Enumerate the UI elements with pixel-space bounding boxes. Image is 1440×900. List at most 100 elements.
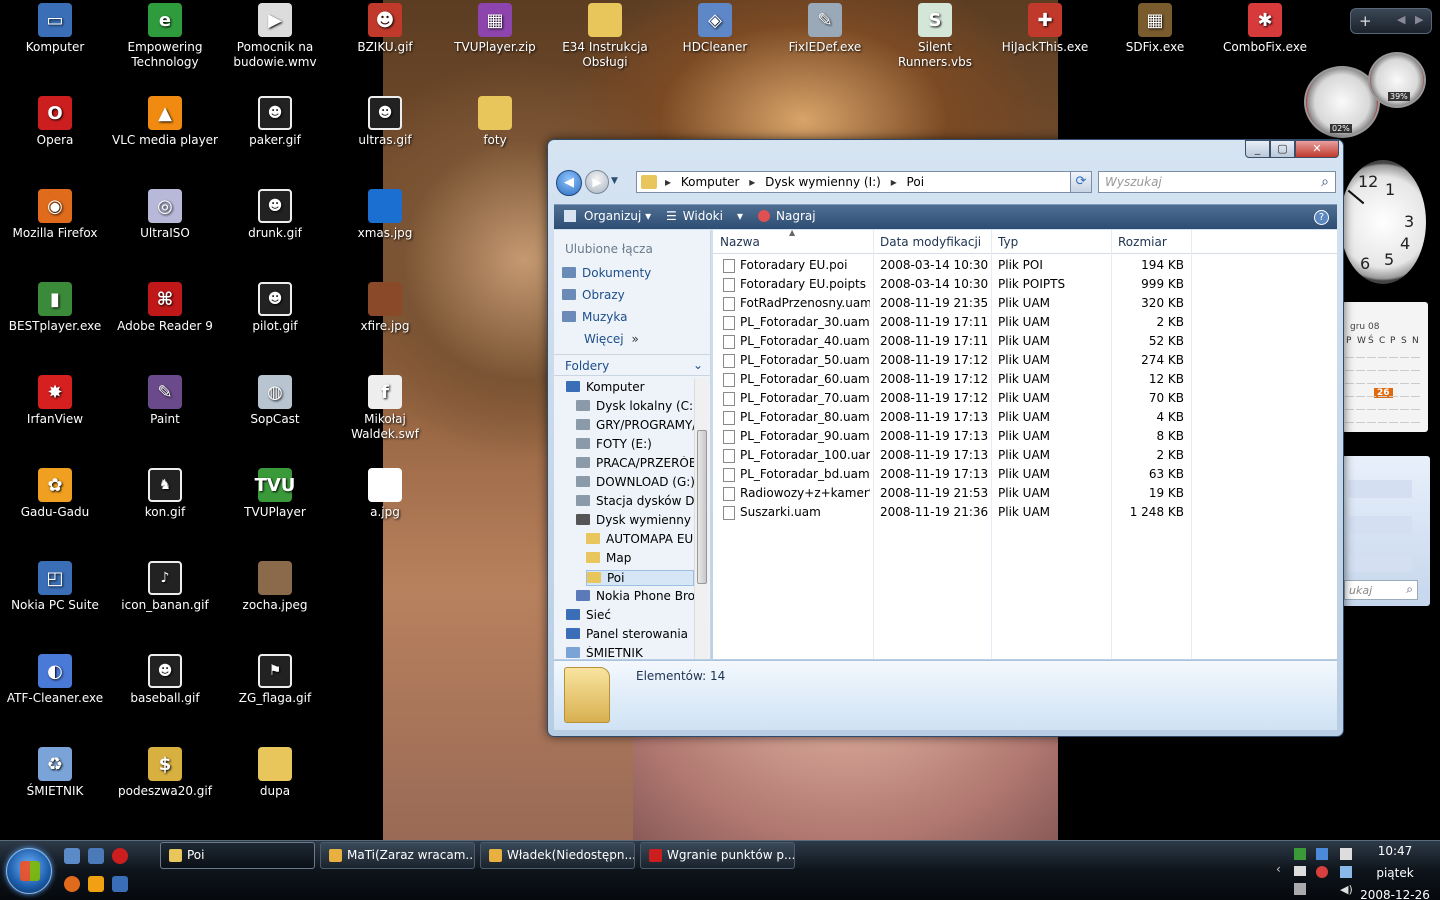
desktop-icon[interactable]: e Empowering Technology [110,3,220,70]
desktop-icon[interactable]: foty [440,96,550,148]
calendar-day-cell[interactable] [1345,375,1354,384]
calendar-day-cell[interactable] [1356,401,1365,410]
burn-button[interactable]: Nagraj [758,209,816,223]
desktop-icon[interactable]: ☻ ultras.gif [330,96,440,148]
desktop-icon[interactable]: ◎ UltraISO [110,189,220,241]
feed-item[interactable] [1348,480,1412,498]
scroll-thumb[interactable] [697,430,707,584]
add-gadget-icon[interactable]: + [1359,12,1372,30]
desktop-icon[interactable]: ◰ Nokia PC Suite [0,561,110,613]
desktop-icon[interactable]: ▦ TVUPlayer.zip [440,3,550,55]
desktop-icon[interactable]: ◈ HDCleaner [660,3,770,55]
memory-meter-gadget[interactable]: 39% [1368,52,1426,108]
desktop-icon[interactable]: f Mikołaj Waldek.swf [330,375,440,442]
maximize-button[interactable]: ▢ [1270,140,1295,158]
next-gadget-icon[interactable]: ▶ [1415,13,1423,26]
taskbar-button[interactable]: MaTi(Zaraz wracam... [320,842,475,869]
calendar-day-cell[interactable] [1389,388,1398,397]
start-button[interactable] [6,848,52,894]
tray-icon[interactable] [1294,883,1306,895]
calendar-day-cell[interactable] [1345,349,1354,358]
desktop-icon[interactable]: ⌘ Adobe Reader 9 [110,282,220,334]
desktop-icon[interactable]: ✎ Paint [110,375,220,427]
calendar-day-cell[interactable] [1389,414,1398,423]
calendar-day-cell[interactable] [1400,375,1409,384]
file-row[interactable]: PL_Fotoradar_bd.uam 2008-11-19 17:13 Plik … [713,465,1337,484]
tree-scrollbar[interactable] [694,378,708,659]
calendar-day-cell[interactable] [1345,362,1354,371]
desktop-icon[interactable]: ☻ paker.gif [220,96,330,148]
desktop-icon[interactable]: ◍ SopCast [220,375,330,427]
favorite-more[interactable]: Więcej » [584,332,639,346]
calendar-day-cell[interactable] [1356,349,1365,358]
taskbar-button[interactable]: Poi [160,842,315,869]
tree-item[interactable]: DOWNLOAD (G:) [576,475,694,489]
desktop-icon[interactable]: ☻ pilot.gif [220,282,330,334]
desktop-icon[interactable]: ▦ SDFix.exe [1100,3,1210,55]
desktop-icon[interactable]: ♪ icon_banan.gif [110,561,220,613]
close-button[interactable]: ✕ [1295,140,1339,158]
desktop-icon[interactable]: ♞ kon.gif [110,468,220,520]
organize-button[interactable]: Organizuj ▾ [564,209,651,223]
desktop-icon[interactable]: ▲ VLC media player [110,96,220,148]
desktop-icon[interactable]: xmas.jpg [330,189,440,241]
back-button[interactable]: ◀ [556,170,582,196]
address-bar[interactable]: ▸ Komputer ▸ Dysk wymienny (I:) ▸ Poi ▼ [636,171,1091,193]
show-desktop-icon[interactable] [64,848,80,864]
desktop-icon[interactable]: ⚑ ZG_flaga.gif [220,654,330,706]
column-size[interactable]: Rozmiar [1118,235,1167,249]
calendar-day-cell[interactable] [1389,375,1398,384]
desktop-icon[interactable]: ♻ ŚMIETNIK [0,747,110,799]
tree-item[interactable]: Dysk wymienny (I:) [576,513,694,527]
tree-item[interactable]: ŚMIETNIK [566,646,694,659]
favorite-pictures[interactable]: Obrazy [562,288,625,302]
calendar-day-cell[interactable] [1367,414,1376,423]
tray-icon[interactable] [1340,848,1352,860]
desktop-icon[interactable]: ☻ BZIKU.gif [330,3,440,55]
calendar-day-cell[interactable] [1378,414,1387,423]
mail-tray-icon[interactable] [1294,866,1306,876]
folders-header[interactable]: Foldery ⌄ [554,354,711,376]
calendar-day-cell[interactable] [1345,401,1354,410]
desktop-icon[interactable]: TVU TVUPlayer [220,468,330,520]
computer-quicklaunch-icon[interactable] [112,876,128,892]
help-button[interactable]: ? [1314,210,1329,225]
feed-item[interactable] [1348,554,1412,572]
desktop-icon[interactable]: xfire.jpg [330,282,440,334]
desktop-icon[interactable]: ✚ HiJackThis.exe [990,3,1100,55]
tree-item[interactable]: Komputer [566,380,694,394]
calendar-day-cell[interactable] [1367,375,1376,384]
tree-item[interactable]: Sieć [566,608,694,622]
tree-item[interactable]: PRACA/PRZERÓBKI [576,456,694,470]
calendar-day-cell[interactable] [1389,349,1398,358]
refresh-button[interactable]: ⟳ [1070,171,1092,193]
calendar-day-cell[interactable] [1400,401,1409,410]
breadcrumb-drive[interactable]: Dysk wymienny (I:) [765,175,881,189]
file-row[interactable]: Radiowozy+z+kamer%... 2008-11-19 21:53 Pli… [713,484,1337,503]
volume-tray-icon[interactable]: ◀) [1340,883,1353,896]
calendar-day-cell[interactable] [1411,349,1420,358]
desktop-icon[interactable]: E34 Instrukcja Obsługi [550,3,660,70]
desktop-icon[interactable]: $ podeszwa20.gif [110,747,220,799]
file-row[interactable]: PL_Fotoradar_40.uam 2008-11-19 17:11 Plik … [713,332,1337,351]
calendar-day-cell[interactable] [1367,388,1376,397]
calendar-day-cell[interactable] [1411,401,1420,410]
calendar-day-cell[interactable] [1356,388,1365,397]
calendar-day-cell[interactable] [1378,349,1387,358]
calendar-gadget[interactable]: gru 08 26 PWŚCPSN [1342,302,1428,432]
file-row[interactable]: Suszarki.uam 2008-11-19 21:36 Plik UAM 1 24… [713,503,1337,522]
search-icon[interactable]: ⌕ [1321,172,1329,192]
desktop-icon[interactable]: ☻ baseball.gif [110,654,220,706]
column-date[interactable]: Data modyfikacji [880,235,981,249]
prev-gadget-icon[interactable]: ◀ [1397,13,1405,26]
file-row[interactable]: PL_Fotoradar_60.uam 2008-11-19 17:12 Plik … [713,370,1337,389]
desktop-icon[interactable]: S Silent Runners.vbs [880,3,990,70]
file-row[interactable]: PL_Fotoradar_80.uam 2008-11-19 17:13 Plik … [713,408,1337,427]
desktop-icon[interactable]: ▮ BESTplayer.exe [0,282,110,334]
clock-gadget[interactable]: 12 1 3 4 5 6 [1340,160,1426,284]
switch-windows-icon[interactable] [88,848,104,864]
calendar-day-cell[interactable] [1367,401,1376,410]
breadcrumb-komputer[interactable]: Komputer [681,175,740,189]
calendar-day-cell[interactable] [1400,388,1409,397]
breadcrumb-sep[interactable]: ▸ [891,175,897,189]
